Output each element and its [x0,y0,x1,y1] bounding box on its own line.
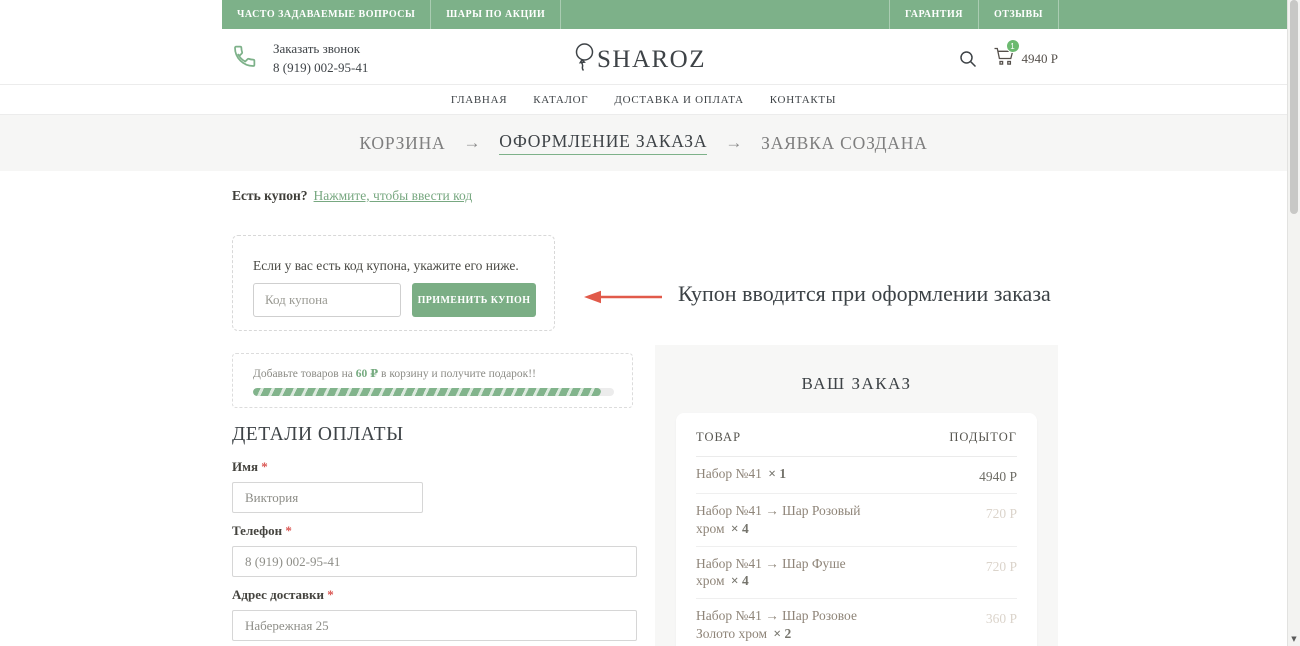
name-field-group: Имя * [232,459,423,513]
name-field-label: Имя * [232,459,423,475]
topbar-link-sale-balloons[interactable]: ШАРЫ ПО АКЦИИ [431,0,561,29]
order-item-row: Набор №41 × 1 4940 Р [696,457,1017,494]
step-cart[interactable]: КОРЗИНА [359,133,445,154]
logo[interactable]: SHAROZ [222,42,1058,78]
gift-progress-amount: 60 ₽ [356,368,378,380]
name-input[interactable] [232,482,423,513]
address-input[interactable] [232,610,637,641]
main-nav: ГЛАВНАЯ КАТАЛОГ ДОСТАВКА И ОПЛАТА КОНТАК… [0,85,1287,115]
cart-count-badge: 1 [1006,39,1020,53]
site-header: Заказать звонок 8 (919) 002-95-41 SHAROZ [0,29,1287,85]
topbar-left-links: ЧАСТО ЗАДАВАЕМЫЕ ВОПРОСЫ ШАРЫ ПО АКЦИИ [222,0,561,29]
cart-total: 4940 Р [1022,51,1058,67]
scrollbar-thumb[interactable] [1290,0,1298,214]
order-summary-section: ВАШ ЗАКАЗ ТОВАР ПОДЫТОГ Набор №41 × 1 49… [655,345,1058,646]
checkout-main: Есть купон? Нажмите, чтобы ввести код Есл… [232,171,1058,646]
coupon-question: Есть купон? [232,188,308,203]
order-summary-card: ТОВАР ПОДЫТОГ Набор №41 × 1 4940 Р Набор… [676,413,1037,646]
coupon-toggle-link[interactable]: Нажмите, чтобы ввести код [314,188,473,203]
item-price: 720 Р [986,555,1017,591]
checkout-steps: КОРЗИНА → ОФОРМЛЕНИЕ ЗАКАЗА → ЗАЯВКА СОЗ… [0,115,1287,171]
order-item-row: Набор №41 → Шар Розовое Золото хром × 2 … [696,599,1017,646]
coupon-form: Если у вас есть код купона, укажите его … [232,235,555,331]
page-scrollbar: ▼ [1287,0,1300,646]
topbar-link-faq[interactable]: ЧАСТО ЗАДАВАЕМЫЕ ВОПРОСЫ [222,0,431,29]
search-icon[interactable] [959,50,977,68]
order-item-row: Набор №41 → Шар Розовый хром × 4 720 Р [696,494,1017,547]
gift-progress-fill [253,388,601,396]
topbar-right-links: ГАРАНТИЯ ОТЗЫВЫ [889,0,1059,29]
gift-progress-track [253,388,614,396]
nav-catalog[interactable]: КАТАЛОГ [533,94,588,106]
nav-contacts[interactable]: КОНТАКТЫ [770,94,836,106]
address-field-group: Адрес доставки * [232,587,637,641]
balloon-icon [574,42,596,78]
coupon-annotation: Купон вводится при оформлении заказа [678,281,1051,307]
annotation-arrow-icon [584,290,662,309]
item-price: 720 Р [986,502,1017,538]
topbar: ЧАСТО ЗАДАВАЕМЫЕ ВОПРОСЫ ШАРЫ ПО АКЦИИ Г… [222,0,1287,29]
step-arrow-icon: → [463,133,481,153]
order-table-header: ТОВАР ПОДЫТОГ [696,413,1017,457]
nav-home[interactable]: ГЛАВНАЯ [451,94,507,106]
phone-field-label: Телефон * [232,523,637,539]
order-item-row: Набор №41 → Шар Фуше хром × 4 720 Р [696,547,1017,600]
gift-progress-box: Добавьте товаров на 60 ₽ в корзину и пол… [232,353,633,408]
col-product: ТОВАР [696,430,741,445]
phone-field-group: Телефон * [232,523,637,577]
item-price: 4940 Р [979,465,1017,485]
logo-text: SHAROZ [597,46,706,74]
item-price: 360 Р [986,607,1017,643]
step-checkout-current[interactable]: ОФОРМЛЕНИЕ ЗАКАЗА [499,131,707,155]
apply-coupon-button[interactable]: ПРИМЕНИТЬ КУПОН [412,283,536,317]
billing-title: ДЕТАЛИ ОПЛАТЫ [232,424,404,446]
coupon-hint: Если у вас есть код купона, укажите его … [253,258,519,274]
nav-delivery-payment[interactable]: ДОСТАВКА И ОПЛАТА [614,94,743,106]
address-field-label: Адрес доставки * [232,587,637,603]
coupon-toggle-row: Есть купон? Нажмите, чтобы ввести код [232,188,472,204]
order-summary-title: ВАШ ЗАКАЗ [655,374,1058,394]
cart-button[interactable]: 1 4940 Р [993,46,1058,71]
step-arrow-icon: → [725,133,743,153]
topbar-link-warranty[interactable]: ГАРАНТИЯ [889,0,979,29]
step-order-created: ЗАЯВКА СОЗДАНА [761,133,928,154]
scrollbar-down-arrow[interactable]: ▼ [1288,635,1300,643]
phone-input[interactable] [232,546,637,577]
coupon-code-input[interactable] [253,283,401,317]
col-subtotal: ПОДЫТОГ [949,430,1017,445]
topbar-link-reviews[interactable]: ОТЗЫВЫ [979,0,1059,29]
gift-progress-text: Добавьте товаров на 60 ₽ в корзину и пол… [253,366,536,380]
